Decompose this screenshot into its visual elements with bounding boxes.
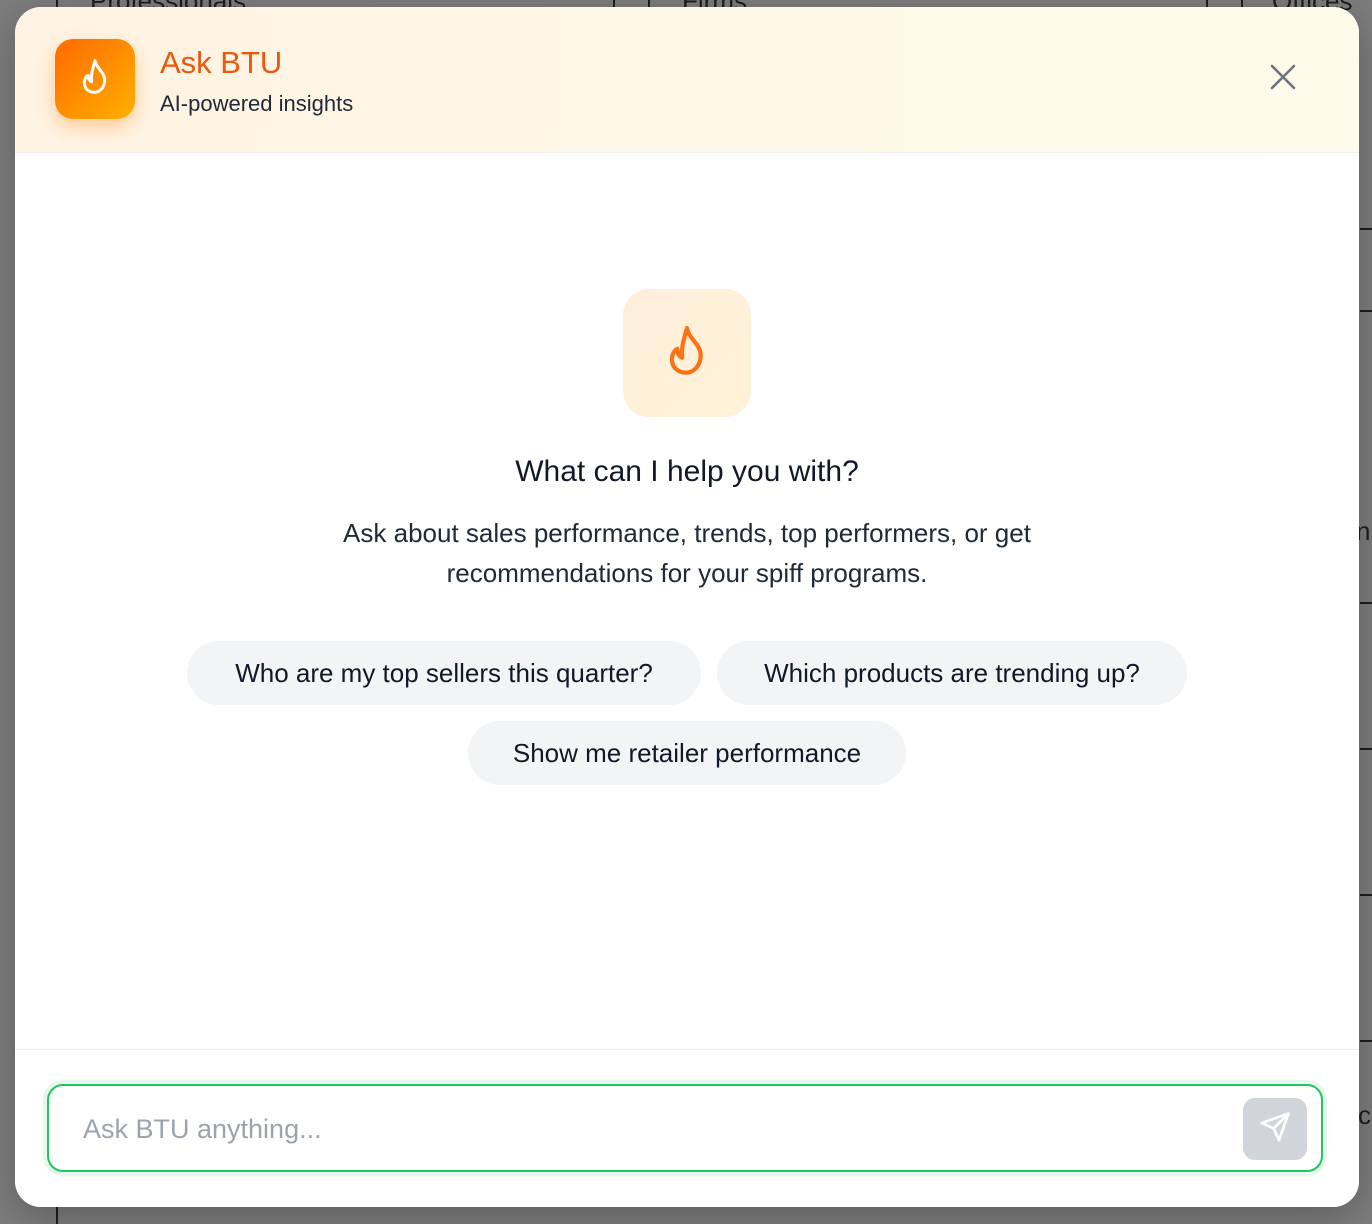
- suggestion-trending-products[interactable]: Which products are trending up?: [717, 641, 1187, 705]
- background-divider: [56, 1206, 58, 1224]
- flame-icon: [664, 323, 710, 384]
- flame-icon: [78, 58, 112, 101]
- suggestion-retailer-performance[interactable]: Show me retailer performance: [468, 721, 906, 785]
- composer-field-wrapper: [47, 1084, 1323, 1172]
- empty-state-description: Ask about sales performance, trends, top…: [343, 518, 1031, 588]
- background-row-divider: [1360, 748, 1372, 750]
- background-row-divider: [1360, 1040, 1372, 1042]
- background-row-divider: [1360, 894, 1372, 896]
- send-icon: [1259, 1111, 1291, 1148]
- composer-bar: [15, 1049, 1359, 1207]
- suggestion-top-sellers[interactable]: Who are my top sellers this quarter?: [187, 641, 701, 705]
- close-button[interactable]: [1265, 61, 1301, 97]
- dialog-header: Ask BTU AI-powered insights: [15, 7, 1359, 153]
- background-row-divider: [1360, 310, 1372, 312]
- background-row-divider: [1360, 602, 1372, 604]
- dialog-title: Ask BTU: [160, 45, 283, 80]
- dialog-subtitle: AI-powered insights: [160, 91, 354, 116]
- chat-input[interactable]: [81, 1086, 1235, 1172]
- background-text-fragment: c: [1358, 1100, 1371, 1130]
- background-row-divider: [1360, 228, 1372, 230]
- brand-logo: [55, 39, 135, 119]
- send-button[interactable]: [1243, 1098, 1307, 1160]
- close-icon: [1269, 63, 1297, 96]
- empty-state-title: What can I help you with?: [515, 455, 859, 488]
- ask-btu-dialog: Ask BTU AI-powered insights What can I h…: [15, 7, 1359, 1207]
- hero-badge: [623, 289, 751, 417]
